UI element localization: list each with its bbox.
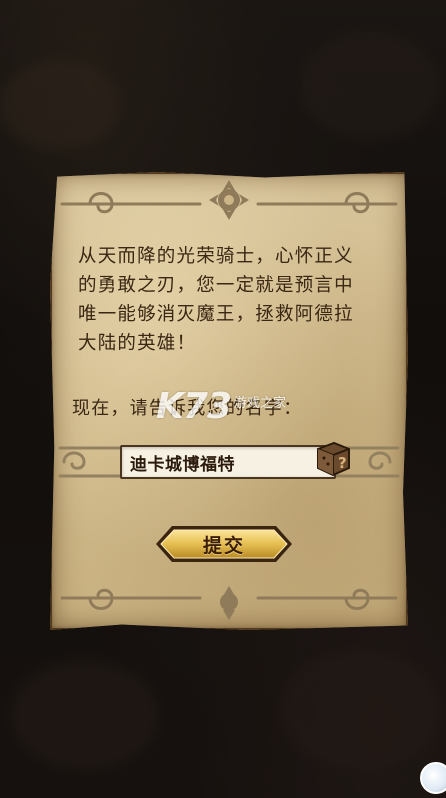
submit-button[interactable]: 提交 (154, 524, 294, 564)
game-screen: 从天而降的光荣骑士，心怀正义 的勇敢之刃，您一定就是预言中 唯一能够消灭魔王，拯… (0, 0, 446, 798)
watermark: K73 游戏之家 (156, 386, 286, 427)
story-text: 从天而降的光荣骑士，心怀正义 的勇敢之刃，您一定就是预言中 唯一能够消灭魔王，拯… (78, 246, 354, 354)
bottom-ornament (60, 586, 398, 620)
name-input-value: 迪卡城博福特 (130, 455, 235, 475)
watermark-text: 游戏之家 (234, 396, 287, 411)
name-input[interactable]: 迪卡城博福特 (120, 445, 336, 479)
watermark-logo: K73 (156, 386, 232, 427)
top-ornament (60, 180, 398, 220)
svg-text:?: ? (338, 454, 347, 472)
dice-icon[interactable]: ? (314, 440, 352, 478)
corner-badge-icon (420, 762, 446, 794)
submit-button-label: 提交 (202, 534, 245, 557)
